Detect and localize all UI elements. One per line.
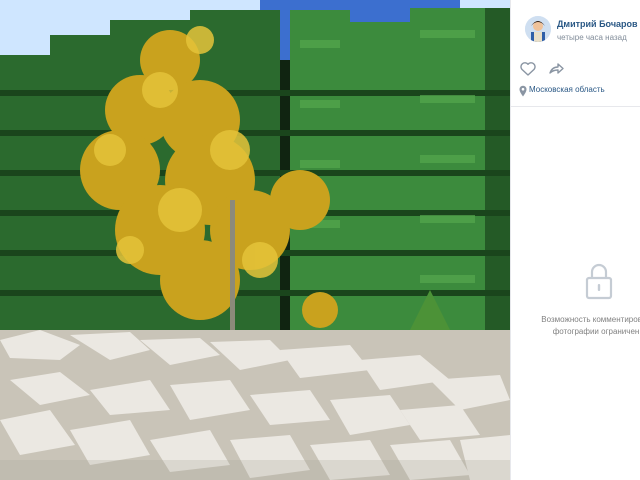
location-pin-icon xyxy=(519,84,527,97)
avatar[interactable] xyxy=(525,16,551,42)
comments-locked-line1: Возможность комментирован xyxy=(541,315,640,324)
post-time[interactable]: четыре часа назад xyxy=(557,33,627,42)
post-actions xyxy=(519,60,639,78)
location-row[interactable]: Московская область xyxy=(519,84,640,97)
divider xyxy=(511,106,640,107)
photo-viewer[interactable] xyxy=(0,0,510,480)
photo-image xyxy=(0,0,510,480)
author-block: Дмитрий Бочаров четыре часа назад xyxy=(519,10,640,46)
author-name[interactable]: Дмитрий Бочаров xyxy=(557,19,638,29)
photo-info-panel: Дмитрий Бочаров четыре часа назад Москов… xyxy=(510,0,640,480)
comments-locked-message: Возможность комментирован фотографии огр… xyxy=(531,314,640,338)
comments-locked-line2: фотографии ограничен xyxy=(552,327,640,336)
location-text[interactable]: Московская область xyxy=(529,85,605,94)
heart-icon[interactable] xyxy=(519,60,537,78)
lock-icon xyxy=(585,262,613,300)
share-arrow-icon[interactable] xyxy=(547,60,565,78)
